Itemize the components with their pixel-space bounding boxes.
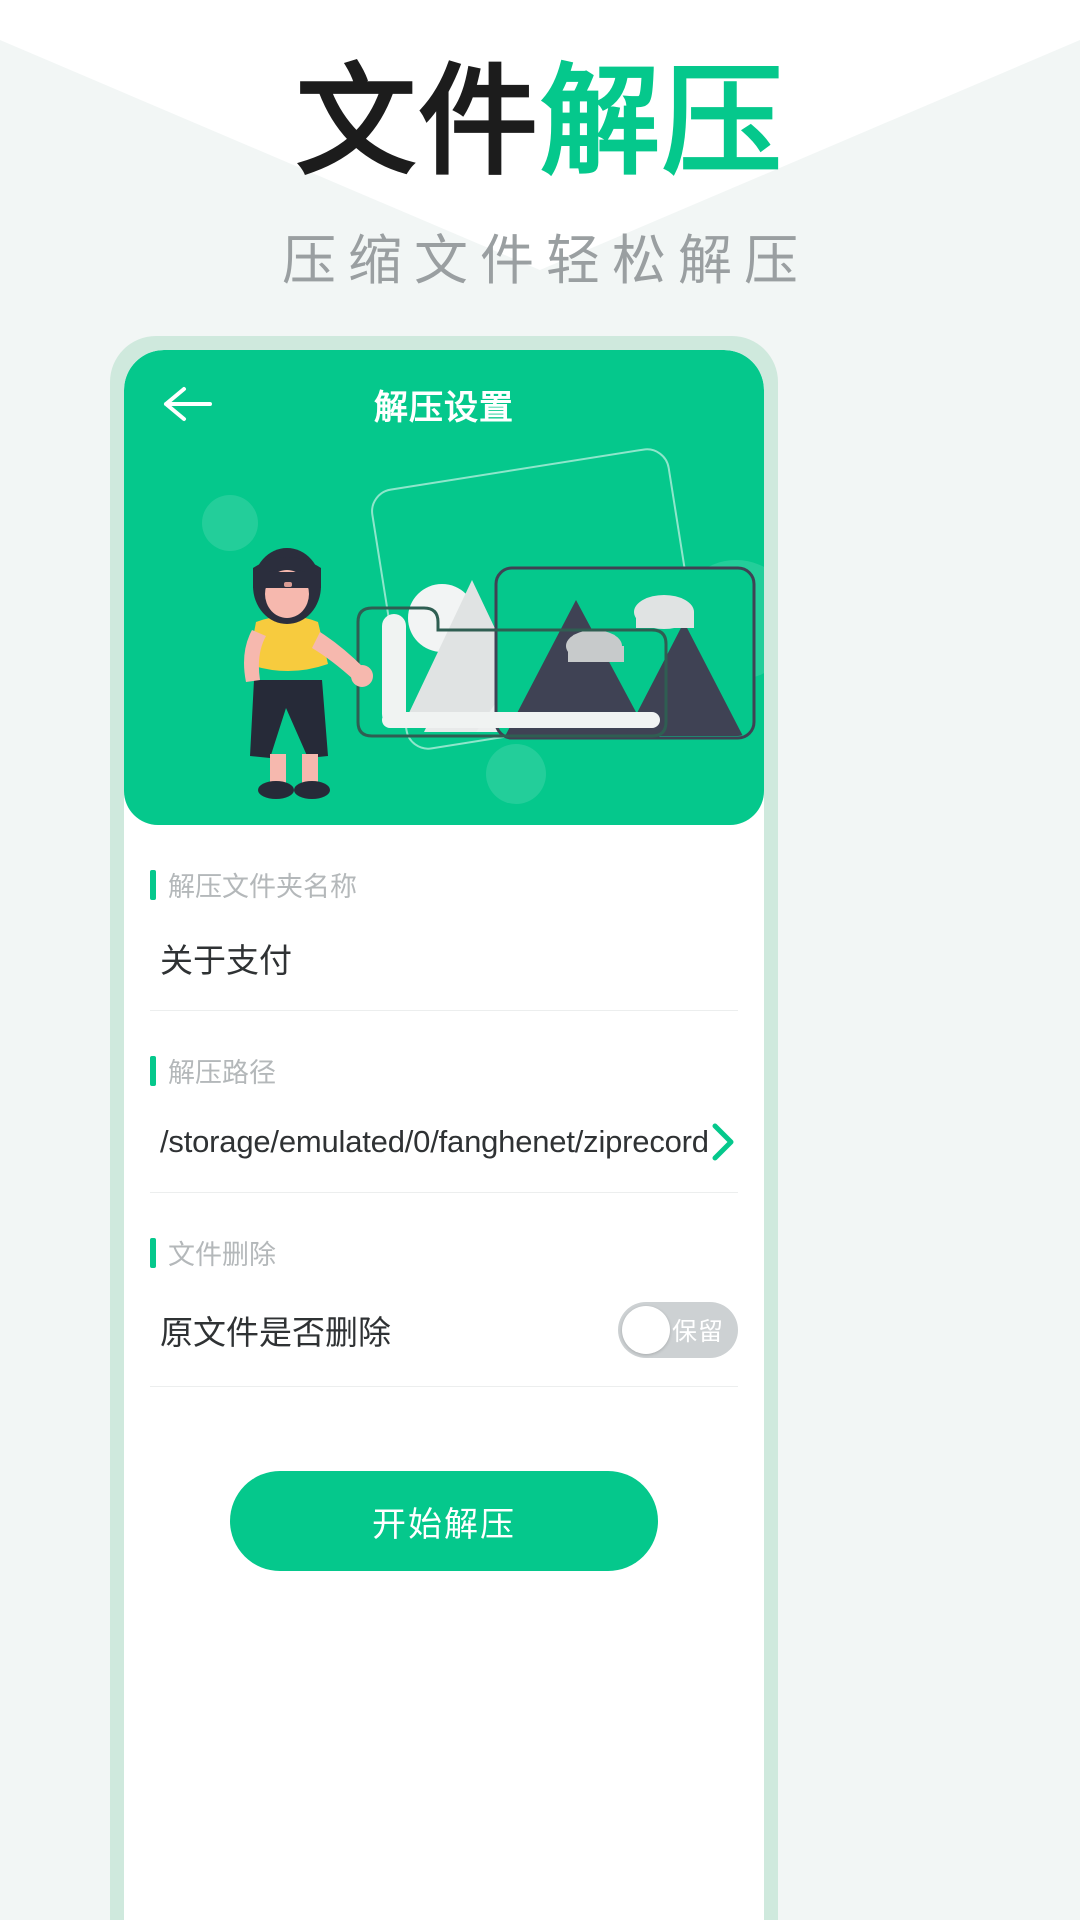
file-delete-row: 原文件是否删除 保留 <box>150 1272 738 1387</box>
action-area: 开始解压 <box>150 1387 738 1571</box>
page-title: 文件解压 <box>0 62 1080 182</box>
toggle-state-text: 保留 <box>671 1318 724 1346</box>
extract-path-value: /storage/emulated/0/fanghenet/ziprecord <box>160 1124 709 1159</box>
file-delete-label-row: 文件删除 <box>150 1233 738 1272</box>
start-extract-button[interactable]: 开始解压 <box>230 1471 658 1571</box>
extract-path-label-row: 解压路径 <box>150 1051 738 1090</box>
label-accent-bar <box>150 869 156 900</box>
extract-path-row[interactable]: /storage/emulated/0/fanghenet/ziprecord <box>150 1090 738 1193</box>
delete-original-label: 原文件是否删除 <box>160 1314 391 1351</box>
folder-name-label-row: 解压文件夹名称 <box>150 865 738 904</box>
promo-header: 文件解压 压缩文件轻松解压 <box>0 62 1080 295</box>
promo-title-green: 解压 <box>540 55 784 189</box>
navbar: 解压设置 <box>124 350 764 450</box>
folder-name-row[interactable]: 关于支付 <box>150 904 738 1011</box>
label-accent-bar <box>150 1055 156 1086</box>
path-chevron-button[interactable] <box>709 1120 741 1164</box>
extract-path-label: 解压路径 <box>168 1058 276 1088</box>
folder-name-input[interactable]: 关于支付 <box>150 934 292 982</box>
promo-title-dark: 文件 <box>296 55 540 189</box>
toggle-knob <box>622 1306 670 1354</box>
chevron-right-icon <box>712 1123 734 1161</box>
phone-screen: 解压设置 解压文件夹名称 关于支付 解压路径 /storage/emulated… <box>124 350 764 1920</box>
field-folder-name: 解压文件夹名称 关于支付 <box>150 825 738 1011</box>
label-accent-bar <box>150 1237 156 1268</box>
delete-original-toggle[interactable]: 保留 <box>618 1302 738 1358</box>
field-file-delete: 文件删除 原文件是否删除 保留 <box>150 1193 738 1387</box>
navbar-title: 解压设置 <box>374 389 514 427</box>
promo-subtitle: 压缩文件轻松解压 <box>282 231 810 291</box>
folder-name-label: 解压文件夹名称 <box>168 872 357 902</box>
file-delete-label: 文件删除 <box>168 1240 276 1270</box>
field-extract-path: 解压路径 /storage/emulated/0/fanghenet/zipre… <box>150 1011 738 1193</box>
hero-section: 解压设置 <box>124 350 764 825</box>
settings-form: 解压文件夹名称 关于支付 解压路径 /storage/emulated/0/fa… <box>124 825 764 1571</box>
